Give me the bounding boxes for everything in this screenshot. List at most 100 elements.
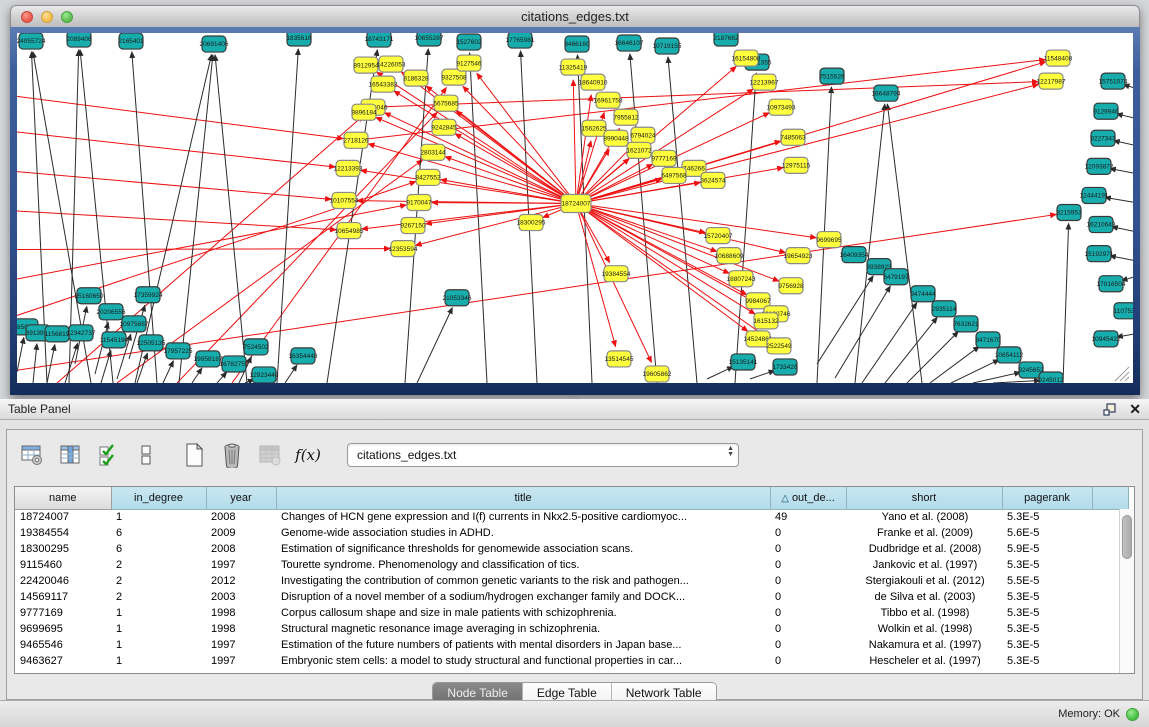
network-canvas[interactable]: 2405572420894062165401206914061835616187… [17,33,1133,383]
table-cell[interactable]: de Silva et al. (2003) [846,589,1002,605]
table-cell[interactable]: 5.5E-5 [1002,573,1092,589]
graph-node[interactable]: 2803144 [420,144,446,160]
graph-node[interactable]: 16961758 [594,92,623,108]
table-cell[interactable]: 1 [111,637,206,653]
table-cell[interactable]: Changes of HCN gene expression and I(f) … [276,509,770,525]
graph-node[interactable]: 12342737 [67,325,96,341]
table-cell[interactable]: 5.3E-5 [1002,605,1092,621]
graph-node[interactable]: 3624574 [700,172,726,188]
graph-node[interactable]: 11548408 [1044,50,1073,66]
table-cell[interactable]: 0 [770,573,846,589]
column-header-in_degree[interactable]: in_degree [111,487,206,509]
graph-node[interactable]: 9699695 [816,232,842,248]
table-cell[interactable]: Corpus callosum shape and size in male p… [276,605,770,621]
graph-node[interactable]: 10654985 [335,223,364,239]
graph-node[interactable]: 15135141 [729,354,758,370]
graph-node[interactable]: 16648794 [872,85,901,101]
graph-node[interactable]: 12213967 [750,74,779,90]
graph-node[interactable]: 16154808 [732,50,761,66]
graph-node[interactable]: 10654112 [995,347,1024,363]
graph-node[interactable]: 9777169 [651,150,677,166]
graph-node[interactable]: 7955812 [613,109,639,125]
table-cell[interactable]: 5.6E-5 [1002,525,1092,541]
graph-node[interactable]: 17359924 [134,287,163,303]
graph-node[interactable]: 11545194 [100,332,129,348]
minimize-window-icon[interactable] [41,11,53,23]
table-cell[interactable]: 5.3E-5 [1002,653,1092,669]
graph-node[interactable]: 9242845 [431,119,457,135]
table-scrollbar[interactable] [1119,509,1134,673]
graph-node[interactable]: 18743171 [365,33,394,47]
graph-node[interactable]: 15192971 [1085,246,1114,262]
table-cell[interactable]: 5.9E-5 [1002,541,1092,557]
table-cell[interactable]: Stergiakouli et al. (2012) [846,573,1002,589]
table-cell[interactable]: Investigating the contribution of common… [276,573,770,589]
graph-node[interactable]: 9896184 [351,104,377,120]
graph-node[interactable]: 5675685 [433,95,459,111]
citation-graph[interactable]: 2405572420894062165401206914061835616187… [17,33,1133,383]
graph-node[interactable]: 25160650 [75,288,104,304]
graph-node[interactable]: 15720407 [704,228,733,244]
float-panel-icon[interactable] [1103,403,1117,416]
graph-node[interactable]: 19654923 [784,248,813,264]
table-cell[interactable]: 0 [770,525,846,541]
graph-node[interactable]: 3215953 [1056,204,1082,220]
graph-node[interactable]: 16354448 [289,348,318,364]
table-cell[interactable]: 49 [770,509,846,525]
graph-node[interactable]: 8466160 [564,36,590,52]
table-row[interactable]: 911546021997Tourette syndrome. Phenomeno… [15,557,1128,573]
graph-node[interactable]: 12353594 [389,241,418,257]
graph-node[interactable]: 8990448 [603,130,629,146]
graph-node[interactable]: 8427552 [415,169,441,185]
table-row[interactable]: 946554611997Estimation of the future num… [15,637,1128,653]
graph-node[interactable]: 17765981 [506,33,535,48]
graph-node[interactable]: 10975887 [120,316,149,332]
table-cell[interactable]: 0 [770,621,846,637]
table-cell[interactable]: 19384554 [15,525,111,541]
table-row[interactable]: 1830029562008Estimation of significance … [15,541,1128,557]
table-cell[interactable]: Estimation of the future numbers of pati… [276,637,770,653]
table-row[interactable]: 969969511998Structural magnetic resonanc… [15,621,1128,637]
table-cell[interactable]: 6 [111,525,206,541]
table-cell[interactable]: 2012 [206,573,276,589]
graph-node[interactable]: 16543382 [369,76,398,92]
graph-node[interactable]: 1733426 [772,359,798,375]
graph-node[interactable]: 9245012 [1038,372,1064,383]
column-header-short[interactable]: short [846,487,1002,509]
graph-node[interactable]: 10719155 [653,38,682,54]
table-cell[interactable]: 0 [770,637,846,653]
graph-node[interactable]: 10945422 [1092,331,1121,347]
graph-node[interactable]: 7524502 [243,339,269,355]
graph-node[interactable]: 1107533 [1114,303,1133,319]
graph-node[interactable]: 20206556 [97,304,126,320]
graph-node[interactable]: 2187662 [713,33,739,46]
table-cell[interactable]: 2 [111,589,206,605]
graph-node[interactable]: 10973493 [767,99,796,115]
graph-node[interactable]: 10655287 [415,33,444,46]
table-cell[interactable]: Embryonic stem cells: a model to study s… [276,653,770,669]
table-cell[interactable]: Structural magnetic resonance image aver… [276,621,770,637]
table-select-dropdown[interactable]: citations_edges.txt ▲▼ [347,443,739,467]
table-cell[interactable]: Wolkin et al. (1998) [846,621,1002,637]
graph-node[interactable]: 7515526 [819,68,845,84]
graph-node[interactable]: 1835616 [286,33,312,46]
table-cell[interactable]: Hescheler et al. (1997) [846,653,1002,669]
graph-node[interactable]: 6794024 [630,127,656,143]
graph-node[interactable]: 2089406 [66,33,92,47]
table-row[interactable]: 2242004622012Investigating the contribut… [15,573,1128,589]
graph-node[interactable]: 18724007 [561,194,591,212]
graph-node[interactable]: 12923448 [250,367,279,383]
table-cell[interactable]: Jankovic et al. (1997) [846,557,1002,573]
table-scrollbar-thumb[interactable] [1122,515,1132,559]
graph-node[interactable]: 9170047 [406,194,432,210]
graph-node[interactable]: 7632621 [953,316,979,332]
graph-node[interactable]: 1621072 [626,142,652,158]
graph-node[interactable]: 9227343 [1090,130,1116,146]
table-row[interactable]: 1872400712008Changes of HCN gene express… [15,509,1128,525]
graph-node[interactable]: 8471670 [975,332,1001,348]
table-cell[interactable]: 18300295 [15,541,111,557]
table-row[interactable]: 946362711997Embryonic stem cells: a mode… [15,653,1128,669]
graph-node[interactable]: 2522549 [766,338,792,354]
graph-node[interactable]: 6479197 [883,269,909,285]
zoom-window-icon[interactable] [61,11,73,23]
